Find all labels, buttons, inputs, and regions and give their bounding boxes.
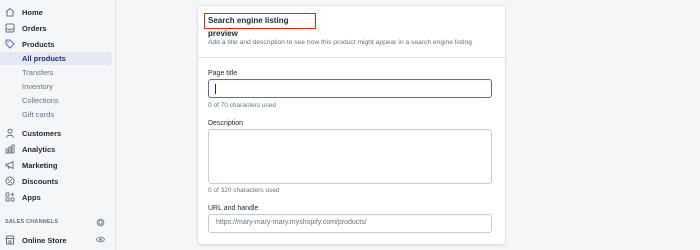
sidebar-subitem-collections[interactable]: Collections bbox=[0, 94, 112, 107]
sidebar-item-analytics[interactable]: Analytics bbox=[0, 142, 116, 156]
page-title-help: 0 of 70 characters used bbox=[208, 102, 276, 109]
sidebar-item-discounts[interactable]: Discounts bbox=[0, 174, 116, 188]
sidebar-item-label: Home bbox=[22, 7, 43, 17]
sidebar-item-label: Apps bbox=[22, 192, 41, 202]
sidebar-item-label: Online Store bbox=[22, 235, 67, 245]
sidebar-item-customers[interactable]: Customers bbox=[0, 126, 116, 140]
sidebar-item-home[interactable]: Home bbox=[0, 5, 116, 19]
description-label: Description bbox=[208, 120, 244, 127]
sidebar-item-label: Discounts bbox=[22, 176, 59, 186]
sidebar-item-apps[interactable]: Apps bbox=[0, 190, 116, 204]
sidebar-subitem-gift-cards[interactable]: Gift cards bbox=[0, 108, 112, 121]
megaphone-icon bbox=[5, 160, 14, 170]
description-textarea[interactable] bbox=[208, 129, 492, 184]
divider bbox=[198, 57, 505, 58]
sidebar-subitem-label: Transfers bbox=[22, 68, 54, 77]
sidebar-item-products[interactable]: Products bbox=[0, 37, 116, 51]
sidebar-item-label: Marketing bbox=[22, 160, 58, 170]
url-handle-input[interactable]: https://mary-mary-mary.myshopify.com/pro… bbox=[208, 214, 492, 233]
card-title: Search engine listing preview bbox=[204, 13, 316, 38]
apps-icon bbox=[5, 192, 15, 202]
store-icon bbox=[5, 235, 15, 245]
seo-preview-card: Search engine listing preview Add a titl… bbox=[198, 6, 505, 244]
text-caret bbox=[215, 84, 216, 94]
card-description: Add a title and description to see how t… bbox=[208, 39, 472, 46]
sidebar-item-label: Products bbox=[22, 39, 55, 49]
person-icon bbox=[6, 128, 14, 138]
home-icon bbox=[5, 7, 15, 17]
sidebar-item-label: Orders bbox=[22, 23, 47, 33]
add-sales-channel-icon[interactable] bbox=[96, 218, 105, 227]
page-title-input[interactable] bbox=[208, 79, 492, 98]
sidebar-item-label: Customers bbox=[22, 128, 62, 138]
eye-icon[interactable] bbox=[96, 235, 105, 244]
description-help: 0 of 320 characters used bbox=[208, 187, 280, 194]
sidebar-subitem-all-products[interactable]: All products bbox=[0, 52, 112, 65]
sales-channels-heading: SALES CHANNELS bbox=[5, 219, 59, 225]
sidebar-item-marketing[interactable]: Marketing bbox=[0, 158, 116, 172]
sidebar-item-orders[interactable]: Orders bbox=[0, 21, 116, 35]
sidebar-item-label: Analytics bbox=[22, 144, 56, 154]
bar-chart-icon bbox=[5, 144, 15, 154]
url-value: https://mary-mary-mary.myshopify.com/pro… bbox=[216, 219, 367, 226]
sidebar-subitem-label: Gift cards bbox=[22, 110, 55, 119]
sidebar-subitem-transfers[interactable]: Transfers bbox=[0, 66, 112, 79]
url-label: URL and handle bbox=[208, 205, 259, 212]
sidebar-subitem-inventory[interactable]: Inventory bbox=[0, 80, 112, 93]
sidebar: Home Orders Products All products Transf… bbox=[0, 0, 116, 250]
page-title-label: Page title bbox=[208, 70, 238, 77]
sidebar-subitem-label: Collections bbox=[22, 96, 59, 105]
orders-icon bbox=[5, 23, 15, 33]
sidebar-subitem-label: Inventory bbox=[22, 82, 53, 91]
discount-icon bbox=[5, 176, 15, 186]
tag-icon bbox=[5, 39, 15, 49]
sidebar-subitem-label: All products bbox=[22, 54, 66, 63]
